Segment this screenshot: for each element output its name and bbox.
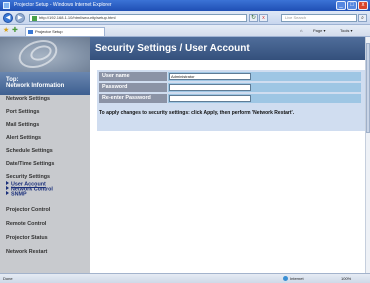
maximize-button[interactable]: □ xyxy=(347,1,357,10)
sidebar-item-schedule-settings[interactable]: Schedule Settings xyxy=(0,148,90,155)
status-bar: Done Internet 100% xyxy=(0,273,370,283)
security-zone: Internet xyxy=(283,274,304,283)
address-input[interactable]: http://192.168.1.10/html/security/setup.… xyxy=(29,14,247,22)
user-name-row: User name xyxy=(99,72,361,81)
arrow-right-icon xyxy=(6,186,9,190)
sidebar-item-remote-control[interactable]: Remote Control xyxy=(0,221,90,228)
sidebar-item-datetime-settings[interactable]: Date/Time Settings xyxy=(0,161,90,168)
globe-icon xyxy=(283,276,288,281)
status-text: Done xyxy=(3,276,13,281)
tab-bar: ★ ✚ Projector Setup ⌂ Page ▾ Tools ▾ xyxy=(0,25,370,37)
sidebar-item-alert-settings[interactable]: Alert Settings xyxy=(0,135,90,142)
search-input[interactable]: Live Search xyxy=(281,14,357,22)
sub-label: SNMP xyxy=(11,191,27,198)
command-tools[interactable]: Tools ▾ xyxy=(340,27,352,35)
sidebar-item-network-restart[interactable]: Network Restart xyxy=(0,249,90,256)
window-title: Projector Setup - Windows Internet Explo… xyxy=(14,2,112,8)
sidebar-subitem-snmp[interactable]: SNMP xyxy=(6,191,27,198)
page-title: Security Settings / User Account xyxy=(90,37,365,60)
zone-label: Internet xyxy=(290,276,304,281)
logo-banner xyxy=(0,34,90,74)
back-button[interactable]: ◀ xyxy=(3,13,13,23)
tab-projector-setup[interactable]: Projector Setup xyxy=(25,27,105,36)
page-icon xyxy=(32,16,37,21)
vertical-scrollbar[interactable] xyxy=(365,37,370,273)
sidebar-item-network-settings[interactable]: Network Settings xyxy=(0,96,90,103)
password-row: Password xyxy=(99,83,361,92)
sidebar-top-link[interactable]: Top: Network Information xyxy=(0,72,90,95)
arrow-right-icon xyxy=(6,181,9,185)
add-favorites-icon[interactable]: ✚ xyxy=(12,27,18,35)
sidebar-item-projector-control[interactable]: Projector Control xyxy=(0,207,90,214)
address-text: http://192.168.1.10/html/security/setup.… xyxy=(39,15,116,20)
home-icon[interactable]: ⌂ xyxy=(300,27,302,35)
address-toolbar: ◀ ▶ http://192.168.1.10/html/security/se… xyxy=(0,11,370,25)
user-name-label: User name xyxy=(99,72,167,81)
ie-window-icon xyxy=(3,2,10,9)
tab-title: Projector Setup xyxy=(35,29,63,34)
window-title-bar: Projector Setup - Windows Internet Explo… xyxy=(0,0,370,11)
scrollbar-thumb[interactable] xyxy=(366,43,370,133)
minimize-button[interactable]: _ xyxy=(336,1,346,10)
content-blank-area xyxy=(90,131,365,273)
sidebar-heading-title: Network Information xyxy=(6,83,65,89)
password-label: Password xyxy=(99,83,167,92)
sidebar-item-projector-status[interactable]: Projector Status xyxy=(0,235,90,242)
refresh-button[interactable]: ↻ xyxy=(249,14,258,22)
arrow-right-icon xyxy=(6,191,9,195)
sidebar-item-port-settings[interactable]: Port Settings xyxy=(0,109,90,116)
reenter-password-row: Re-enter Password xyxy=(99,94,361,103)
sidebar: Top: Network Information Network Setting… xyxy=(0,34,90,273)
command-page[interactable]: Page ▾ xyxy=(313,27,325,35)
sidebar-item-mail-settings[interactable]: Mail Settings xyxy=(0,122,90,129)
favorites-star-icon[interactable]: ★ xyxy=(3,27,9,35)
zoom-level[interactable]: 100% xyxy=(341,274,351,283)
apply-notice: To apply changes to security settings: c… xyxy=(99,110,295,116)
user-name-input[interactable] xyxy=(169,73,251,80)
tab-page-icon xyxy=(28,30,33,34)
page-content: Top: Network Information Network Setting… xyxy=(0,34,370,273)
password-input[interactable] xyxy=(169,84,251,91)
reenter-password-label: Re-enter Password xyxy=(99,94,167,103)
close-button[interactable]: x xyxy=(358,1,368,10)
forward-button[interactable]: ▶ xyxy=(15,13,25,23)
sidebar-item-security-settings[interactable]: Security Settings xyxy=(0,174,90,181)
reenter-password-input[interactable] xyxy=(169,95,251,102)
search-button[interactable]: ⌕ xyxy=(358,14,367,22)
main-panel: Security Settings / User Account User na… xyxy=(90,37,365,273)
stop-button[interactable]: x xyxy=(259,14,268,22)
